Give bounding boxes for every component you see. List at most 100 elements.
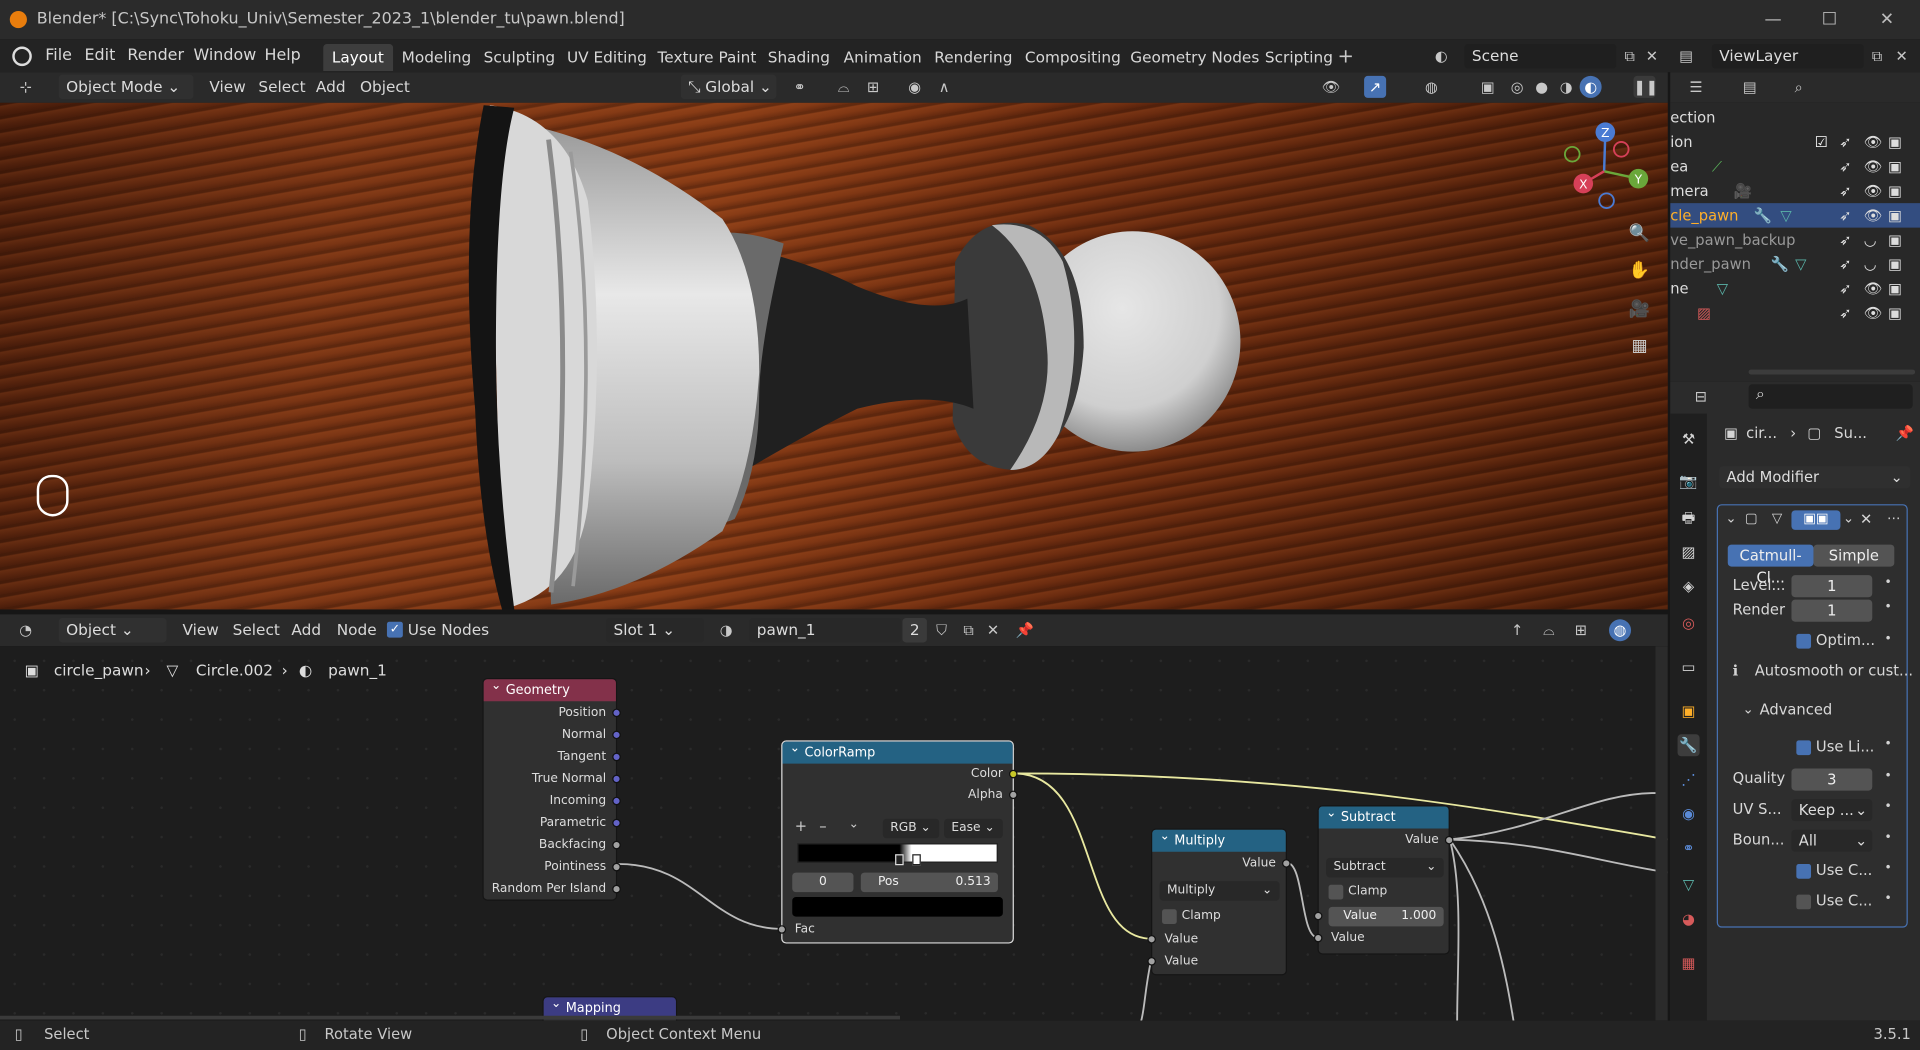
xray-icon[interactable]: ▣ bbox=[1477, 76, 1499, 98]
tab-texture-paint[interactable]: Texture Paint bbox=[649, 44, 765, 71]
socket-dot[interactable] bbox=[1008, 790, 1018, 800]
tab-catmull-clark[interactable]: Catmull-Cl... bbox=[1727, 544, 1814, 586]
optimal-display-checkbox[interactable] bbox=[1796, 633, 1812, 649]
close-button[interactable]: ✕ bbox=[1875, 7, 1899, 31]
use-nodes-checkbox[interactable]: ✓ bbox=[386, 621, 403, 638]
socket-dot[interactable] bbox=[612, 708, 621, 718]
world-tab-icon[interactable]: ◎ bbox=[1678, 612, 1700, 634]
select-arrow-icon[interactable]: ➶ bbox=[1839, 277, 1851, 301]
proportional-edit-icon[interactable]: ◉ bbox=[904, 76, 926, 98]
falloff-icon[interactable]: ∧ bbox=[933, 76, 955, 98]
chevron-down-icon[interactable]: ⌄ bbox=[1843, 510, 1854, 526]
outliner-row[interactable]: mera 🎥 ➶ 👁 ▣ bbox=[1670, 179, 1920, 203]
transform-orientation-dropdown[interactable]: ⤡ Global ⌄ bbox=[680, 74, 777, 100]
search-icon[interactable]: ⌕ bbox=[1788, 76, 1810, 98]
shader-node-editor[interactable]: ▣ circle_pawn › ▽ Circle.002 › ◐ pawn_1 … bbox=[0, 646, 1668, 1021]
color-stop-handle[interactable] bbox=[912, 854, 921, 866]
material-shading-icon[interactable]: ◑ bbox=[1555, 76, 1577, 98]
socket-dot[interactable] bbox=[612, 774, 621, 784]
boundary-smooth-dropdown[interactable]: All ⌄ bbox=[1791, 829, 1873, 852]
socket-dot[interactable] bbox=[1313, 911, 1323, 921]
advanced-section-label[interactable]: Advanced bbox=[1760, 701, 1833, 718]
keyframe-dot-icon[interactable]: • bbox=[1885, 800, 1892, 813]
socket-dot[interactable] bbox=[612, 840, 621, 850]
menu-render[interactable]: Render bbox=[120, 44, 191, 68]
outliner-type-icon[interactable]: ☰ bbox=[1685, 76, 1707, 98]
mode-dropdown[interactable]: Object Mode ⌄ bbox=[58, 74, 194, 100]
select-arrow-icon[interactable]: ➶ bbox=[1839, 228, 1851, 252]
eye-icon[interactable]: 👁 bbox=[1864, 301, 1883, 325]
camera-render-icon[interactable]: ▣ bbox=[1888, 203, 1902, 227]
clamp-checkbox[interactable] bbox=[1328, 884, 1344, 900]
navigation-gizmo[interactable]: Z Y X bbox=[1555, 120, 1658, 225]
colorramp-node[interactable]: ColorRamp Color Alpha + – ⌄ RGB ⌄ Ease ⌄… bbox=[777, 738, 1018, 944]
select-arrow-icon[interactable]: ➶ bbox=[1839, 179, 1851, 203]
duplicate-material-icon[interactable]: ⧉ bbox=[958, 619, 980, 641]
solid-shading-icon[interactable]: ● bbox=[1531, 76, 1553, 98]
socket-dot[interactable] bbox=[1282, 859, 1291, 868]
gizmo-toggle-icon[interactable]: ↗ bbox=[1364, 75, 1387, 98]
drag-handle-icon[interactable]: ⋯ bbox=[1887, 510, 1900, 526]
scene-tab-icon[interactable]: ◈ bbox=[1678, 575, 1700, 597]
color-mode-dropdown[interactable]: RGB ⌄ bbox=[882, 818, 940, 839]
menu-edit[interactable]: Edit bbox=[77, 44, 123, 68]
eye-icon[interactable]: 👁 bbox=[1864, 154, 1883, 178]
new-view-layer-icon[interactable]: ⧉ bbox=[1866, 45, 1888, 67]
clamp-checkbox[interactable] bbox=[1162, 909, 1177, 924]
material-users-count[interactable]: 2 bbox=[902, 618, 927, 643]
add-stop-icon[interactable]: + bbox=[795, 817, 807, 834]
tab-geometry-nodes[interactable]: Geometry Nodes bbox=[1122, 44, 1268, 71]
quality-field[interactable]: 3 bbox=[1791, 768, 1873, 791]
delete-scene-icon[interactable]: ✕ bbox=[1641, 45, 1663, 67]
socket-dot[interactable] bbox=[1008, 769, 1018, 779]
scene-selector-icon[interactable]: ◐ bbox=[1430, 45, 1452, 67]
levels-field[interactable]: 1 bbox=[1791, 575, 1873, 598]
node-editor-type-icon[interactable]: ◔ bbox=[15, 619, 37, 641]
scene-name-field[interactable]: Scene bbox=[1464, 44, 1617, 69]
tab-simple[interactable]: Simple bbox=[1813, 544, 1895, 567]
modifier-tab-icon[interactable]: 🔧 bbox=[1677, 734, 1700, 757]
select-arrow-icon[interactable]: ➶ bbox=[1839, 301, 1851, 325]
view-layer-icon[interactable]: ▤ bbox=[1675, 45, 1697, 67]
render-levels-field[interactable]: 1 bbox=[1791, 599, 1873, 622]
collapse-chevron-icon[interactable]: ⌄ bbox=[1742, 701, 1753, 717]
texture-tab-icon[interactable]: ▦ bbox=[1678, 952, 1700, 974]
maximize-button[interactable]: ☐ bbox=[1817, 7, 1841, 31]
subtract-value-field[interactable]: Value 1.000 bbox=[1328, 906, 1444, 927]
stop-position-field[interactable]: Pos 0.513 bbox=[860, 872, 998, 893]
multiply-node-title[interactable]: Multiply bbox=[1152, 826, 1286, 852]
camera-render-icon[interactable]: ▣ bbox=[1888, 154, 1902, 178]
remove-stop-icon[interactable]: – bbox=[819, 817, 826, 834]
viewport-menu-object[interactable]: Object bbox=[354, 75, 416, 99]
socket-dot[interactable] bbox=[1444, 835, 1454, 845]
outliner-row[interactable]: ection bbox=[1670, 105, 1920, 129]
display-toggles-icon[interactable]: ▣▣ bbox=[1791, 510, 1841, 530]
node-menu-node[interactable]: Node bbox=[331, 618, 383, 642]
pin-icon[interactable]: 📌 bbox=[1896, 425, 1914, 442]
select-arrow-icon[interactable]: ➶ bbox=[1839, 252, 1851, 276]
geometry-node[interactable]: Geometry Position Normal Tangent True No… bbox=[482, 676, 621, 901]
node-menu-add[interactable]: Add bbox=[285, 618, 327, 642]
interpolation-dropdown[interactable]: Ease ⌄ bbox=[944, 818, 1003, 839]
tab-layout[interactable]: Layout bbox=[323, 44, 393, 71]
uv-smooth-dropdown[interactable]: Keep ... ⌄ bbox=[1791, 799, 1873, 822]
blender-menu-icon[interactable] bbox=[12, 46, 32, 67]
use-limit-checkbox[interactable] bbox=[1796, 740, 1812, 756]
subtract-node-title[interactable]: Subtract bbox=[1318, 803, 1449, 829]
outliner-row[interactable]: ne ▽ ➶ 👁 ▣ bbox=[1670, 277, 1920, 301]
tool-tab-icon[interactable]: ⚒ bbox=[1678, 428, 1700, 450]
object-tab-icon[interactable]: ▣ bbox=[1678, 700, 1700, 722]
pin-icon[interactable]: 📌 bbox=[1014, 619, 1036, 641]
keyframe-dot-icon[interactable]: • bbox=[1885, 770, 1892, 783]
view-layer-field[interactable]: ViewLayer bbox=[1711, 44, 1864, 69]
socket-dot[interactable] bbox=[777, 925, 787, 934]
overlay-toggle-icon[interactable]: ◍ bbox=[1420, 76, 1442, 98]
socket-dot[interactable] bbox=[1313, 933, 1323, 943]
keyframe-dot-icon[interactable]: • bbox=[1885, 862, 1892, 875]
outliner-row[interactable]: ▨ ➶ 👁 ▣ bbox=[1670, 301, 1920, 325]
stop-index-field[interactable]: 0 bbox=[792, 872, 854, 893]
eye-icon[interactable]: 👁 bbox=[1864, 277, 1883, 301]
wireframe-shading-icon[interactable]: ◎ bbox=[1506, 76, 1528, 98]
perspective-grid-icon[interactable]: ▦ bbox=[1629, 335, 1651, 357]
socket-dot[interactable] bbox=[612, 862, 621, 872]
